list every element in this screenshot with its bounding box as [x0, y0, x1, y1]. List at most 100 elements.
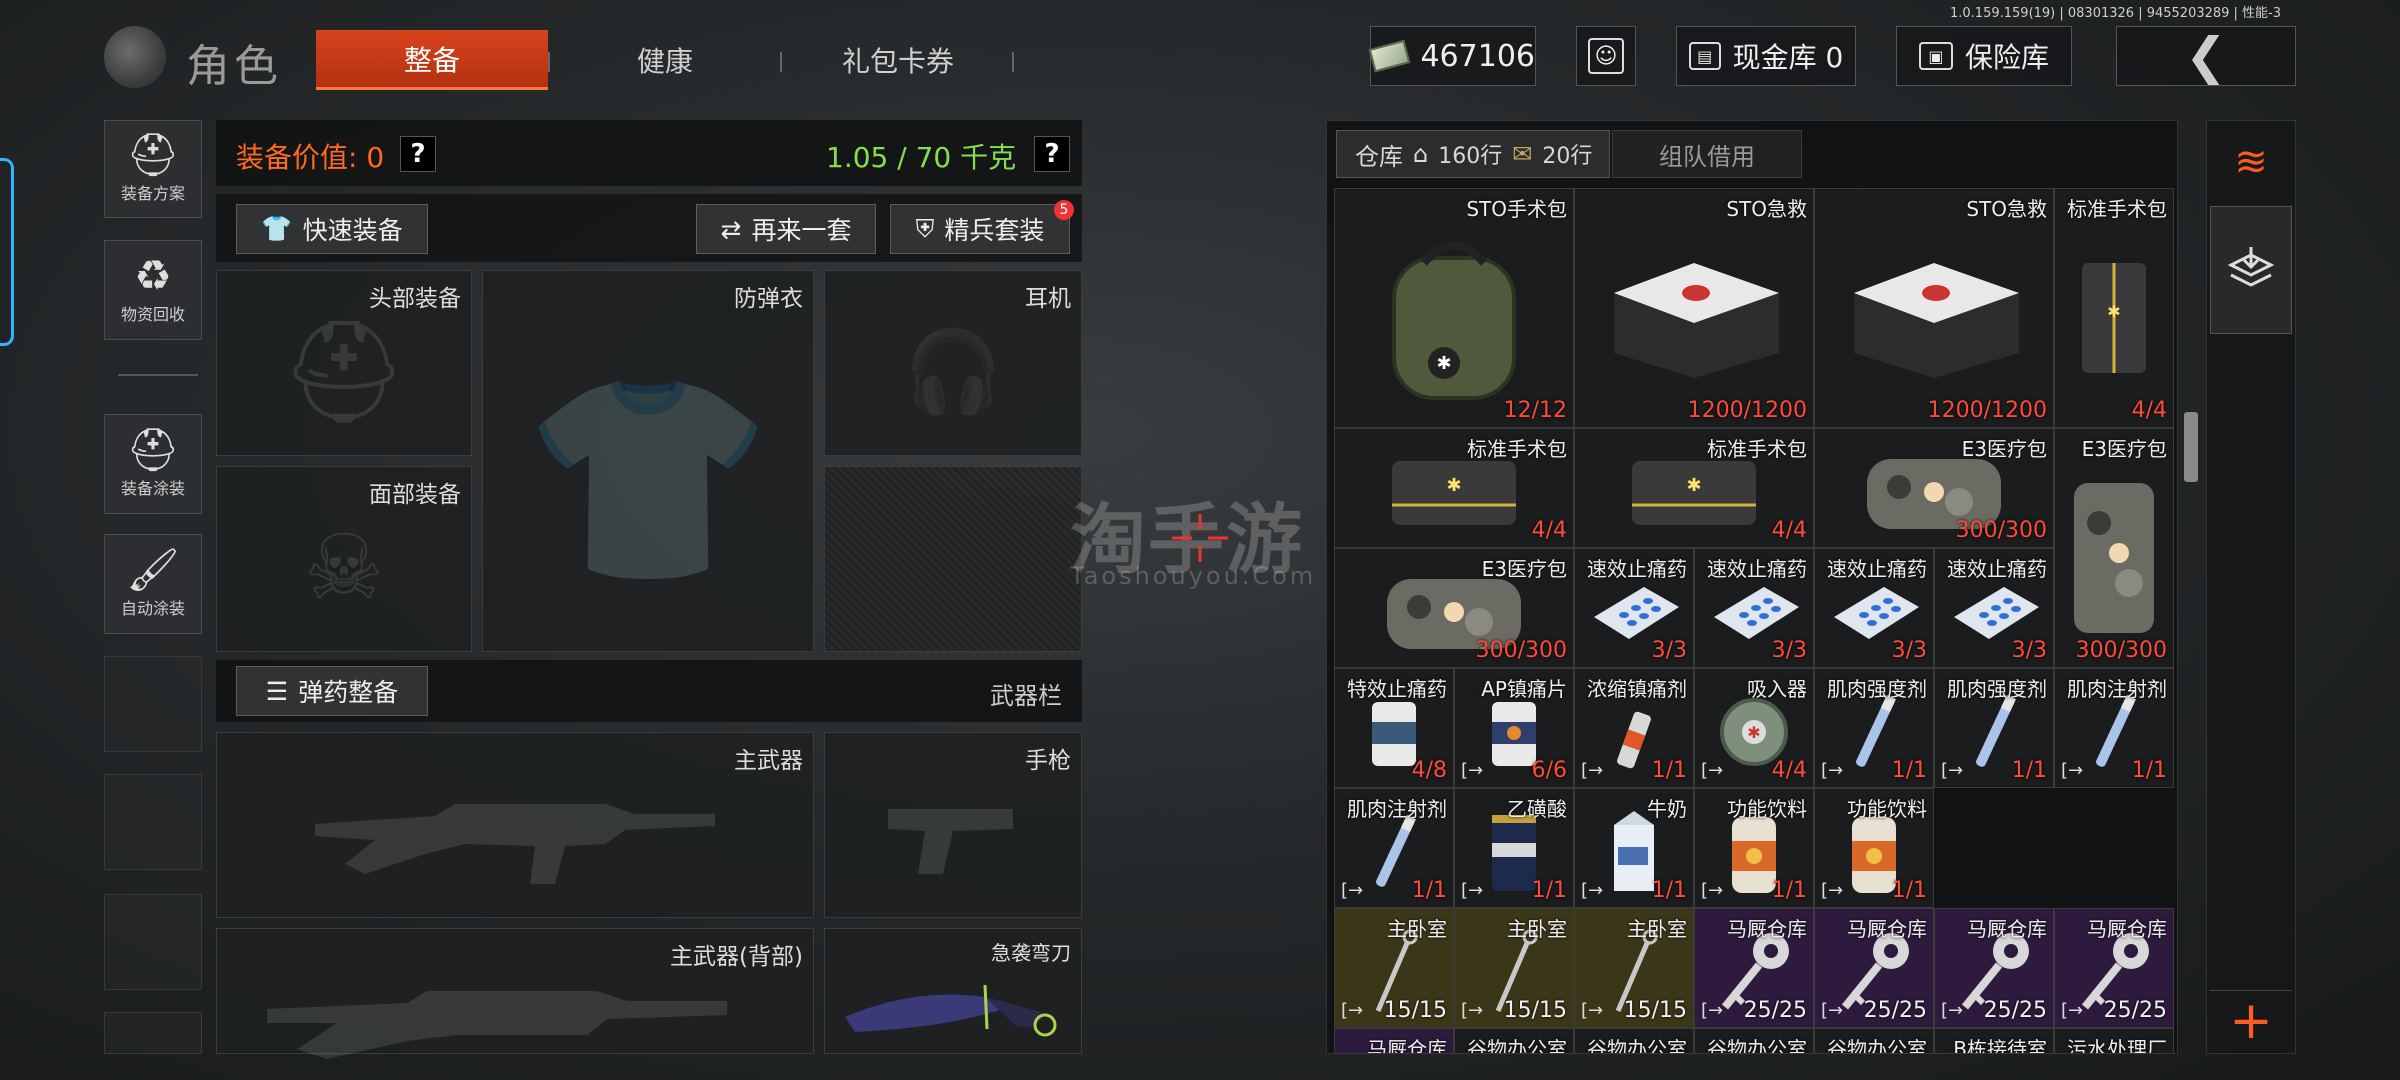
- item-name: B栋接待室: [1953, 1037, 2047, 1054]
- inventory-cell[interactable]: 马厩仓库 25/25 [→: [2054, 908, 2174, 1028]
- knife-slot[interactable]: 急袭弯刀: [824, 928, 1082, 1054]
- inventory-cell[interactable]: 速效止痛药 3/3: [1694, 548, 1814, 668]
- inventory-cell[interactable]: B栋接待室: [1934, 1028, 2054, 1054]
- karambit-icon: [845, 984, 1057, 1037]
- inventory-cell[interactable]: STO急救 1200/1200: [1574, 188, 1814, 428]
- side-drawer-handle[interactable]: [0, 158, 14, 346]
- cash-vault-button[interactable]: ▤ 现金库 0: [1676, 26, 1856, 86]
- sort-layers-button[interactable]: ≋: [2210, 124, 2292, 200]
- inventory-cell[interactable]: 浓缩镇痛剂 1/1 [→: [1574, 668, 1694, 788]
- ammo-prep-label: 弹药整备: [298, 678, 399, 707]
- inventory-cell[interactable]: 特效止痛药 4/8: [1334, 668, 1454, 788]
- value-help-button[interactable]: ?: [400, 136, 436, 172]
- svg-text:✱: ✱: [1747, 723, 1760, 742]
- svg-text:✱: ✱: [2107, 302, 2120, 321]
- add-row-button[interactable]: +: [2210, 990, 2292, 1051]
- equip-plan-button[interactable]: ⛑ 装备方案: [104, 120, 202, 218]
- stash-import-button[interactable]: [2210, 206, 2292, 334]
- inventory-cell[interactable]: 马厩仓库 25/25 [→: [1934, 908, 2054, 1028]
- inventory-cell[interactable]: E3医疗包 300/300: [1814, 428, 2054, 548]
- again-label: 再来一套: [751, 216, 852, 245]
- inventory-cell[interactable]: 马厩仓库: [1334, 1028, 1454, 1054]
- elite-badge: 5: [1054, 200, 1074, 220]
- armor-slot[interactable]: 👕 防弹衣: [482, 270, 814, 652]
- item-count: 1/1: [1891, 878, 1927, 903]
- inventory-cell[interactable]: 污水处理厂: [2054, 1028, 2174, 1054]
- tab-health[interactable]: 健康: [550, 30, 780, 90]
- inventory-cell[interactable]: 肌肉注射剂 1/1 [→: [2054, 668, 2174, 788]
- item-name: 速效止痛药: [1827, 557, 1927, 581]
- house-icon: ⌂: [1413, 140, 1429, 168]
- inventory-cell[interactable]: 肌肉强度剂 1/1 [→: [1814, 668, 1934, 788]
- inventory-cell[interactable]: 牛奶 1/1 [→: [1574, 788, 1694, 908]
- item-count: 1/1: [1531, 878, 1567, 903]
- move-arrow-icon: [→: [1581, 760, 1604, 781]
- item-name: 谷物办公室: [1827, 1037, 1927, 1054]
- inventory-cell[interactable]: ✱ 标准手术包 4/4: [1334, 428, 1574, 548]
- inventory-cell[interactable]: 谷物办公室: [1694, 1028, 1814, 1054]
- support-button[interactable]: ☺: [1576, 26, 1636, 86]
- recycle-button[interactable]: ♻ 物资回收: [104, 240, 202, 340]
- tab-team-borrow[interactable]: 组队借用: [1612, 130, 1802, 178]
- inventory-cell[interactable]: 速效止痛药 3/3: [1574, 548, 1694, 668]
- pistol-slot[interactable]: 手枪: [824, 732, 1082, 918]
- item-name: 谷物办公室: [1587, 1037, 1687, 1054]
- ear-slot[interactable]: 🎧 耳机: [824, 270, 1082, 456]
- inventory-cell[interactable]: ✱ 标准手术包 4/4: [2054, 188, 2174, 428]
- inventory-cell[interactable]: 主卧室 15/15 [→: [1334, 908, 1454, 1028]
- tab-equip[interactable]: 整备: [316, 30, 548, 90]
- quick-equip-button[interactable]: 👕 快速装备: [236, 204, 428, 254]
- item-name: 标准手术包: [2067, 197, 2167, 221]
- item-name: 乙磺酸: [1507, 797, 1567, 821]
- inventory-cell[interactable]: 功能饮料 1/1 [→: [1814, 788, 1934, 908]
- item-name: 浓缩镇痛剂: [1587, 677, 1687, 701]
- inventory-cell[interactable]: STO急救 1200/1200: [1814, 188, 2054, 428]
- tab-warehouse[interactable]: 仓库 ⌂ 160行 ✉ 20行: [1336, 130, 1610, 178]
- item-count: 3/3: [1891, 638, 1927, 663]
- item-name: 吸入器: [1747, 677, 1807, 701]
- inventory-cell[interactable]: ✱ 吸入器 4/4 [→: [1694, 668, 1814, 788]
- inventory-cell[interactable]: 谷物办公室: [1454, 1028, 1574, 1054]
- inventory-cell[interactable]: 马厩仓库 25/25 [→: [1814, 908, 1934, 1028]
- inventory-cell[interactable]: 速效止痛药 3/3: [1934, 548, 2054, 668]
- item-count: 1/1: [2131, 758, 2167, 783]
- back-button[interactable]: ❮: [2116, 26, 2296, 86]
- inventory-cell[interactable]: 主卧室 15/15 [→: [1454, 908, 1574, 1028]
- face-slot-label: 面部装备: [369, 482, 461, 508]
- inventory-cell[interactable]: E3医疗包 300/300: [2054, 428, 2174, 668]
- inventory-cell[interactable]: 功能饮料 1/1 [→: [1694, 788, 1814, 908]
- item-name: 速效止痛药: [1587, 557, 1687, 581]
- ammo-prep-button[interactable]: ☰ 弹药整备: [236, 666, 428, 716]
- inventory-cell[interactable]: AP镇痛片 6/6 [→: [1454, 668, 1574, 788]
- warehouse-scrollbar[interactable]: [2184, 412, 2198, 482]
- item-count: 300/300: [2075, 638, 2167, 663]
- weight-help-button[interactable]: ?: [1034, 136, 1070, 172]
- safe-vault-button[interactable]: ▣ 保险库: [1896, 26, 2072, 86]
- warehouse-tab-label: 仓库: [1355, 142, 1403, 171]
- auto-paint-button[interactable]: 🖌 自动涂装: [104, 534, 202, 634]
- headset-ghost-icon: 🎧: [903, 325, 1003, 419]
- inventory-cell[interactable]: 肌肉强度剂 1/1 [→: [1934, 668, 2054, 788]
- inventory-cell[interactable]: E3医疗包 300/300: [1334, 548, 1574, 668]
- again-button[interactable]: ⇄ 再来一套: [696, 204, 876, 254]
- elite-set-button[interactable]: ⛨ 精兵套装: [890, 204, 1070, 254]
- primary-weapon-slot[interactable]: 主武器: [216, 732, 814, 918]
- inventory-cell[interactable]: 速效止痛药 3/3: [1814, 548, 1934, 668]
- inventory-cell[interactable]: ✱ 标准手术包 4/4: [1574, 428, 1814, 548]
- shirt-icon: 👕: [261, 214, 293, 243]
- inventory-cell[interactable]: 谷物办公室: [1574, 1028, 1694, 1054]
- back-weapon-slot[interactable]: 主武器(背部): [216, 928, 814, 1059]
- inventory-cell[interactable]: 谷物办公室: [1814, 1028, 1934, 1054]
- face-slot[interactable]: ☠ 面部装备: [216, 466, 472, 652]
- equip-paint-button[interactable]: ⛑ 装备涂装: [104, 414, 202, 514]
- inventory-cell[interactable]: 主卧室 15/15 [→: [1574, 908, 1694, 1028]
- inventory-cell[interactable]: 马厩仓库 25/25 [→: [1694, 908, 1814, 1028]
- inventory-cell[interactable]: ✱ STO手术包 12/12: [1334, 188, 1574, 428]
- head-slot[interactable]: ⛑ 头部装备: [216, 270, 472, 456]
- tab-gift-cards[interactable]: 礼包卡券: [782, 30, 1014, 90]
- inventory-cell[interactable]: 乙磺酸 1/1 [→: [1454, 788, 1574, 908]
- item-name: 肌肉强度剂: [1827, 677, 1927, 701]
- money-display[interactable]: 467106: [1368, 26, 1536, 86]
- inventory-cell[interactable]: 肌肉注射剂 1/1 [→: [1334, 788, 1454, 908]
- helmet-plan-icon: ⛑: [126, 130, 180, 179]
